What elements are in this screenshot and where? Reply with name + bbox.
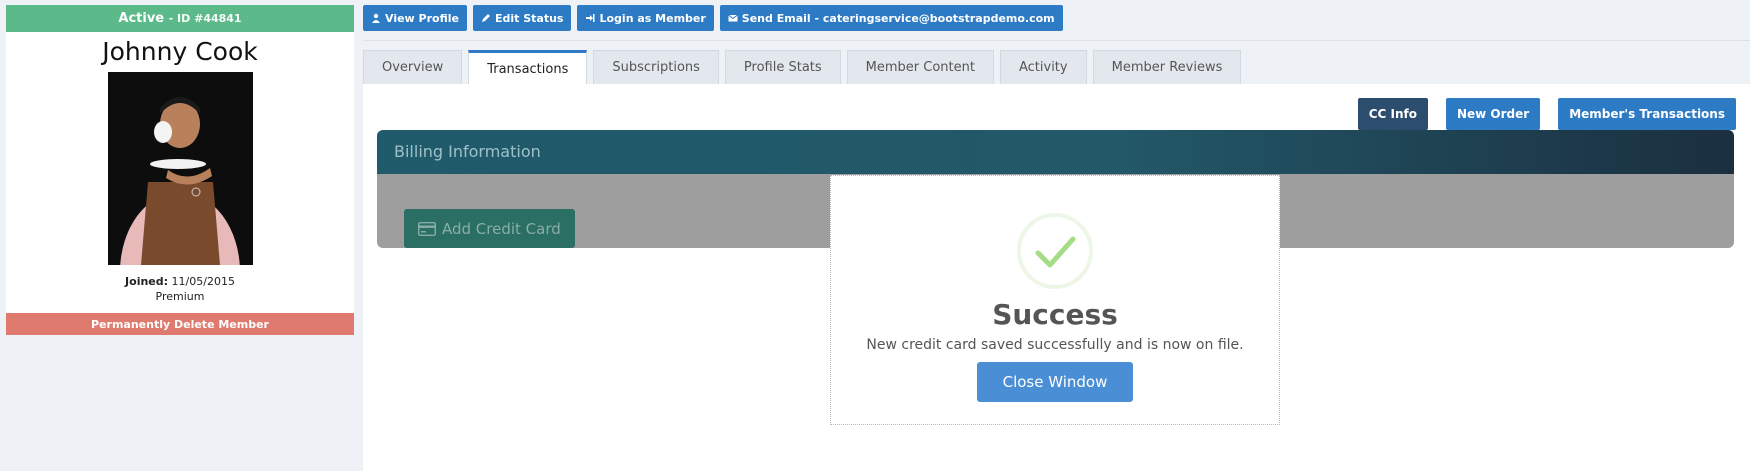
billing-header: Billing Information [377, 130, 1734, 174]
checkmark-icon [1017, 213, 1093, 289]
member-name: Johnny Cook [102, 37, 258, 66]
tab-profile-stats[interactable]: Profile Stats [724, 50, 841, 84]
view-profile-label: View Profile [385, 11, 459, 25]
status-bar: Active - ID #44841 [6, 5, 354, 32]
joined-date: 11/05/2015 [171, 275, 235, 288]
envelope-icon [727, 14, 738, 22]
modal-message: New credit card saved successfully and i… [866, 337, 1244, 353]
tab-member-reviews[interactable]: Member Reviews [1092, 50, 1242, 84]
success-check [1016, 212, 1094, 290]
view-profile-button[interactable]: View Profile [363, 5, 467, 31]
send-email-label: Send Email - cateringservice@bootstrapde… [741, 11, 1055, 25]
add-credit-card-button[interactable]: Add Credit Card [404, 209, 575, 248]
credit-card-icon [418, 221, 436, 236]
tab-overview[interactable]: Overview [363, 50, 463, 84]
joined-label: Joined: [125, 275, 169, 288]
pencil-icon [481, 14, 490, 22]
members-transactions-button[interactable]: Member's Transactions [1558, 98, 1736, 130]
status-text: Active [118, 11, 165, 26]
user-icon [372, 13, 380, 23]
member-actions: View Profile Edit Status Login as Member… [363, 5, 1063, 31]
tab-transactions[interactable]: Transactions [468, 50, 588, 85]
member-card: Active - ID #44841 Johnny Cook Joined: 1… [6, 5, 354, 335]
member-photo-illustration [107, 72, 253, 265]
new-order-button[interactable]: New Order [1445, 98, 1541, 130]
success-modal: Success New credit card saved successful… [830, 175, 1280, 425]
membership-plan: Premium [155, 290, 205, 303]
edit-status-button[interactable]: Edit Status [472, 5, 572, 31]
add-credit-card-label: Add Credit Card [442, 219, 561, 238]
member-id: - ID #44841 [168, 12, 242, 25]
tab-activity[interactable]: Activity [999, 50, 1087, 84]
modal-title: Success [992, 298, 1118, 331]
joined-info: Joined: 11/05/2015 [6, 275, 354, 288]
tab-subscriptions[interactable]: Subscriptions [593, 50, 719, 84]
tab-member-content[interactable]: Member Content [846, 50, 994, 84]
sign-in-icon [586, 14, 595, 22]
panel-buttons: CC Info New Order Member's Transactions [1357, 98, 1736, 130]
login-as-member-label: Login as Member [599, 11, 706, 25]
edit-status-label: Edit Status [494, 11, 564, 25]
cc-info-button[interactable]: CC Info [1357, 98, 1428, 130]
divider [363, 40, 1750, 41]
send-email-button[interactable]: Send Email - cateringservice@bootstrapde… [719, 5, 1063, 31]
login-as-member-button[interactable]: Login as Member [577, 5, 714, 31]
member-photo [107, 72, 253, 265]
member-tabs: Overview Transactions Subscriptions Prof… [363, 50, 1242, 85]
close-window-button[interactable]: Close Window [977, 362, 1133, 402]
delete-member-button[interactable]: Permanently Delete Member [6, 313, 354, 335]
